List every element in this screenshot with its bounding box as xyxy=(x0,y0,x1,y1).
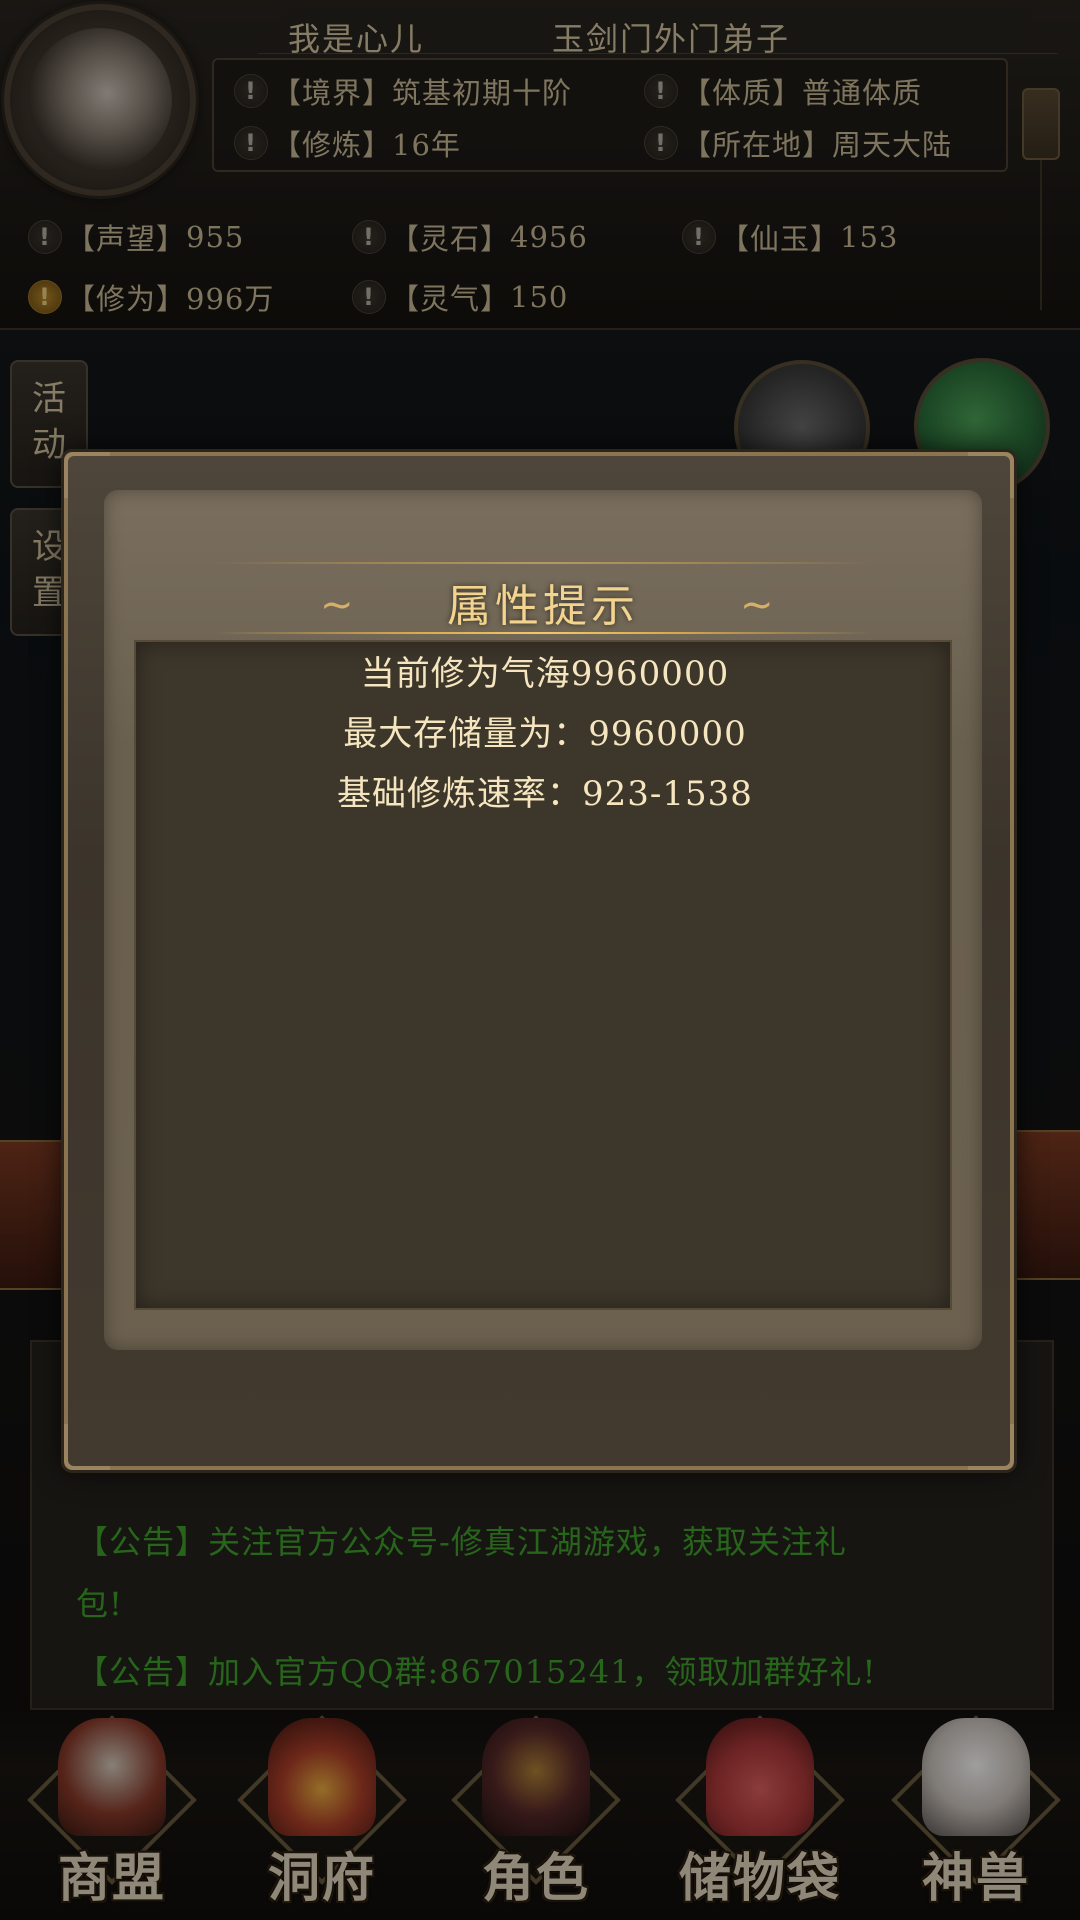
dialog-content: 当前修为气海9960000 最大存储量为：9960000 基础修炼速率：923-… xyxy=(134,640,952,1310)
max-storage-line: 最大存储量为：9960000 xyxy=(343,714,747,754)
dialog-panel: ~ 属性提示 ~ 当前修为气海9960000 最大存储量为：9960000 基础… xyxy=(104,490,982,1350)
attribute-tip-dialog: ~ 属性提示 ~ 当前修为气海9960000 最大存储量为：9960000 基础… xyxy=(64,452,1014,1470)
title-divider xyxy=(214,632,872,634)
cultivation-sea-line: 当前修为气海9960000 xyxy=(360,654,730,694)
cultivation-rate-line: 基础修炼速率：923-1538 xyxy=(337,774,753,814)
title-divider xyxy=(214,562,872,564)
frame-corner-ornament xyxy=(64,452,110,498)
swirl-ornament-icon: ~ xyxy=(740,582,774,628)
frame-corner-ornament xyxy=(64,1424,110,1470)
frame-corner-ornament xyxy=(968,1424,1014,1470)
dialog-title-band: ~ 属性提示 ~ xyxy=(134,520,952,640)
dialog-title: 属性提示 xyxy=(447,581,639,632)
